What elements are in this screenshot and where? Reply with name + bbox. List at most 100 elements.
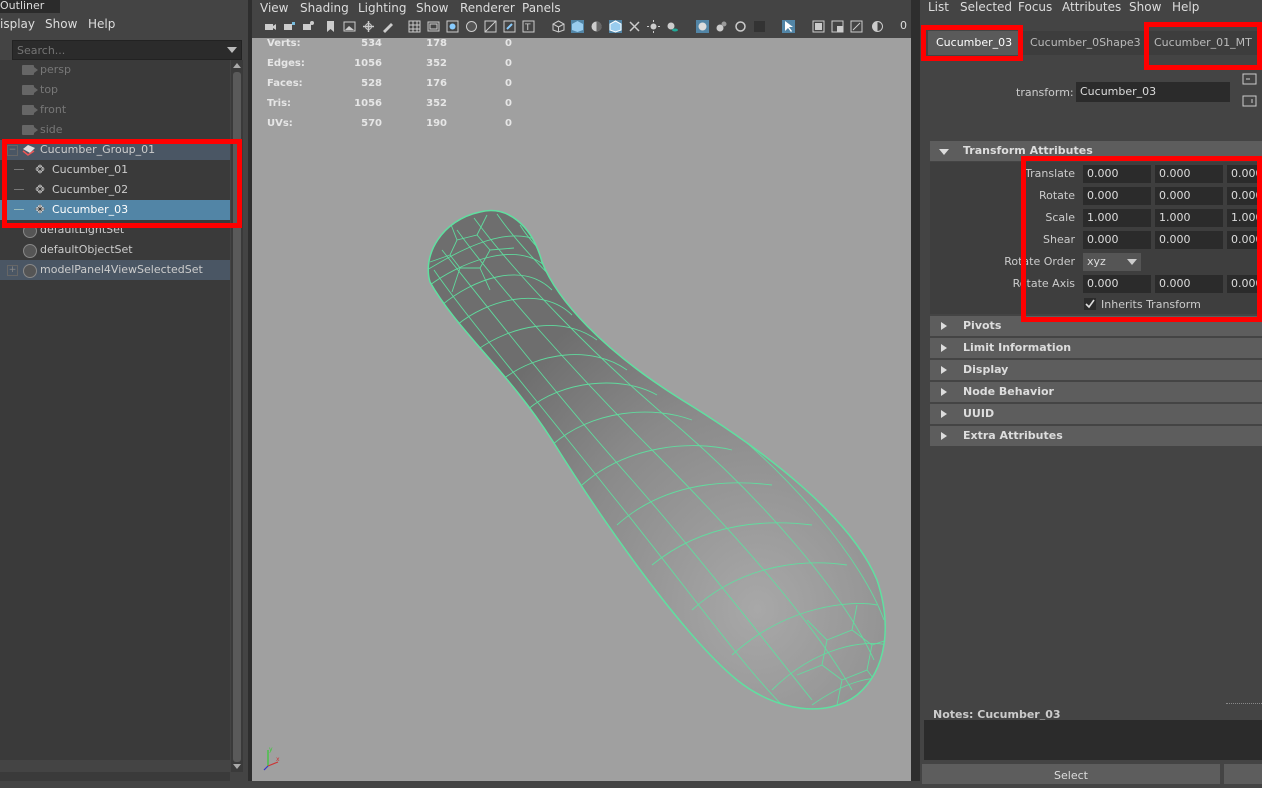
outliner-item-label: modelPanel4ViewSelectedSet bbox=[40, 263, 203, 276]
translate-y-field[interactable]: 0.000 bbox=[1155, 165, 1223, 183]
viewport-panel[interactable]: View Shading Lighting Show Renderer Pane… bbox=[252, 0, 911, 781]
section-label: Display bbox=[963, 363, 1009, 376]
section-label: Transform Attributes bbox=[963, 144, 1093, 157]
tab-cucumber-01-mt[interactable]: Cucumber_01_MT bbox=[1146, 31, 1260, 55]
rotate-label: Rotate bbox=[1038, 189, 1075, 202]
set-icon bbox=[23, 264, 37, 278]
outliner-menu-display[interactable]: isplay bbox=[0, 17, 35, 31]
notes-resize-handle[interactable] bbox=[1226, 703, 1262, 705]
inherits-transform-label: Inherits Transform bbox=[1101, 298, 1201, 311]
rotate-order-select[interactable]: xyz bbox=[1083, 253, 1141, 271]
shear-z-field[interactable]: 0.000 bbox=[1227, 231, 1262, 249]
expand-arrow-icon bbox=[941, 366, 947, 374]
rotate-axis-z-field[interactable]: 0.000 bbox=[1227, 275, 1262, 293]
presets-icon[interactable] bbox=[1242, 94, 1258, 108]
attr-menu-selected[interactable]: Selected bbox=[960, 0, 1012, 14]
outliner-item-cucumber-group[interactable]: − Cucumber_Group_01 bbox=[0, 140, 230, 160]
outliner-item-label: defaultObjectSet bbox=[40, 243, 133, 256]
search-input[interactable] bbox=[15, 42, 219, 59]
mesh-icon bbox=[35, 204, 45, 214]
outliner-hscrollbar[interactable] bbox=[0, 772, 230, 781]
shear-label: Shear bbox=[1043, 233, 1075, 246]
outliner-item-view-selected-set[interactable]: + modelPanel4ViewSelectedSet bbox=[0, 260, 230, 280]
outliner-panel: Outliner isplay Show Help persp top fron… bbox=[0, 0, 248, 781]
rotate-axis-y-field[interactable]: 0.000 bbox=[1155, 275, 1223, 293]
load-attributes-button[interactable] bbox=[1224, 764, 1262, 784]
expand-arrow-icon bbox=[941, 432, 947, 440]
outliner-item-top[interactable]: top bbox=[0, 80, 230, 100]
rotate-y-field[interactable]: 0.000 bbox=[1155, 187, 1223, 205]
scroll-thumb[interactable] bbox=[233, 72, 241, 762]
expand-arrow-icon bbox=[941, 410, 947, 418]
translate-z-field[interactable]: 0.000 bbox=[1227, 165, 1262, 183]
collapse-icon[interactable]: − bbox=[7, 145, 18, 156]
rotate-axis-label: Rotate Axis bbox=[1012, 277, 1075, 290]
section-label: UUID bbox=[963, 407, 995, 420]
rotate-order-value: xyz bbox=[1087, 255, 1106, 268]
outliner-item-label: Cucumber_Group_01 bbox=[40, 143, 156, 156]
attr-menu-attributes[interactable]: Attributes bbox=[1062, 0, 1121, 14]
rotate-axis-x-field[interactable]: 0.000 bbox=[1083, 275, 1151, 293]
expand-icon[interactable]: + bbox=[7, 265, 18, 276]
scale-x-field[interactable]: 1.000 bbox=[1083, 209, 1151, 227]
tree-line bbox=[14, 189, 24, 190]
tab-cucumber-shape3[interactable]: Cucumber_0Shape3 bbox=[1022, 31, 1149, 55]
outliner-menu-show[interactable]: Show bbox=[45, 17, 77, 31]
shear-x-field[interactable]: 0.000 bbox=[1083, 231, 1151, 249]
outliner-item-default-object-set[interactable]: defaultObjectSet bbox=[0, 240, 230, 260]
shear-y-field[interactable]: 0.000 bbox=[1155, 231, 1223, 249]
scale-y-field[interactable]: 1.000 bbox=[1155, 209, 1223, 227]
focus-icon[interactable] bbox=[1242, 72, 1258, 86]
cucumber-mesh[interactable] bbox=[427, 209, 887, 710]
transform-label: transform: bbox=[1016, 86, 1074, 99]
camera-icon bbox=[22, 125, 38, 135]
transform-name-field[interactable]: Cucumber_03 bbox=[1076, 82, 1230, 102]
outliner-item-side[interactable]: side bbox=[0, 120, 230, 140]
rotate-x-field[interactable]: 0.000 bbox=[1083, 187, 1151, 205]
mesh-icon bbox=[35, 184, 45, 194]
outliner-search-box[interactable] bbox=[12, 40, 242, 60]
section-pivots[interactable]: Pivots bbox=[930, 316, 1262, 336]
svg-text:x: x bbox=[276, 756, 280, 763]
scroll-down-icon[interactable] bbox=[233, 764, 241, 769]
inherits-transform-checkbox[interactable] bbox=[1084, 298, 1096, 310]
set-icon bbox=[23, 224, 37, 238]
attr-menu-focus[interactable]: Focus bbox=[1018, 0, 1052, 14]
outliner-item-cucumber-01[interactable]: Cucumber_01 bbox=[0, 160, 230, 180]
section-node-behavior[interactable]: Node Behavior bbox=[930, 382, 1262, 402]
outliner-item-persp[interactable]: persp bbox=[0, 60, 230, 80]
section-display[interactable]: Display bbox=[930, 360, 1262, 380]
translate-label: Translate bbox=[1025, 167, 1075, 180]
outliner-item-label: Cucumber_03 bbox=[52, 203, 129, 216]
scale-z-field[interactable]: 1.000 bbox=[1227, 209, 1262, 227]
section-uuid[interactable]: UUID bbox=[930, 404, 1262, 424]
outliner-item-cucumber-03[interactable]: Cucumber_03 bbox=[0, 200, 230, 220]
chevron-down-icon[interactable] bbox=[227, 47, 237, 53]
attribute-editor-panel: List Selected Focus Attributes Show Help… bbox=[920, 0, 1262, 784]
notes-textarea[interactable] bbox=[924, 720, 1262, 760]
tab-cucumber-03[interactable]: Cucumber_03 bbox=[928, 31, 1021, 55]
select-button[interactable]: Select bbox=[922, 764, 1220, 784]
outliner-scrollbar[interactable] bbox=[231, 60, 243, 772]
attr-menu-list[interactable]: List bbox=[928, 0, 949, 14]
translate-x-field[interactable]: 0.000 bbox=[1083, 165, 1151, 183]
panel-splitter[interactable] bbox=[911, 0, 920, 781]
outliner-item-label: Cucumber_02 bbox=[52, 183, 129, 196]
set-icon bbox=[23, 244, 37, 258]
outliner-item-label: top bbox=[40, 83, 59, 96]
section-transform-attributes[interactable]: Transform Attributes bbox=[930, 141, 1262, 161]
outliner-item-cucumber-02[interactable]: Cucumber_02 bbox=[0, 180, 230, 200]
section-limit-information[interactable]: Limit Information bbox=[930, 338, 1262, 358]
attr-menu-show[interactable]: Show bbox=[1129, 0, 1161, 14]
attr-menu-help[interactable]: Help bbox=[1172, 0, 1199, 14]
expand-arrow-icon bbox=[941, 322, 947, 330]
rotate-z-field[interactable]: 0.000 bbox=[1227, 187, 1262, 205]
outliner-item-label: side bbox=[40, 123, 63, 136]
outliner-item-default-light-set[interactable]: defaultLightSet bbox=[0, 220, 230, 240]
cucumber-mesh-viewport[interactable] bbox=[252, 0, 911, 781]
outliner-item-label: Cucumber_01 bbox=[52, 163, 129, 176]
outliner-item-front[interactable]: front bbox=[0, 100, 230, 120]
scroll-up-icon[interactable] bbox=[233, 63, 241, 68]
section-extra-attributes[interactable]: Extra Attributes bbox=[930, 426, 1262, 446]
outliner-menu-help[interactable]: Help bbox=[88, 17, 115, 31]
